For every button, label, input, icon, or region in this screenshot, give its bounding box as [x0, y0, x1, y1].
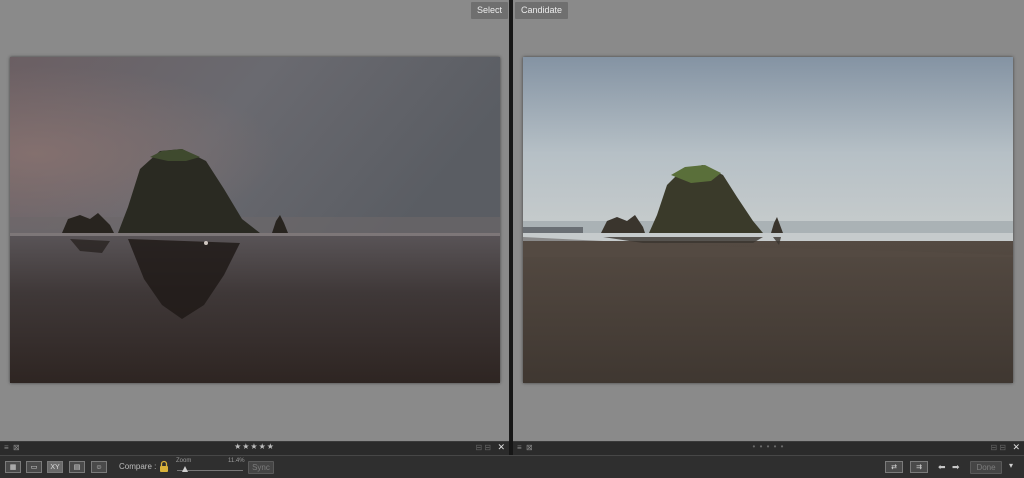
candidate-close-icon[interactable]: ✕ [1012, 442, 1020, 453]
candidate-photo[interactable] [523, 57, 1013, 383]
people-view-icon[interactable]: ☺ [91, 461, 107, 473]
select-close-icon[interactable]: ✕ [497, 442, 505, 453]
lock-icon[interactable] [159, 460, 169, 473]
compare-view-icon[interactable]: XY [47, 461, 63, 473]
bottom-toolbar: ▦ ▭ XY ▤ ☺ Compare : Zoom 11.4% Sync ⇄ ⇉… [0, 455, 1024, 478]
candidate-photo-image [523, 57, 1013, 383]
survey-view-icon[interactable]: ▤ [69, 461, 85, 473]
select-label: Select [470, 2, 508, 19]
select-pane[interactable]: Select ≡ ⊠ ★★★★★ ⊟ ⊟ ✕ [0, 0, 510, 455]
previous-arrow-icon[interactable]: ⬅ [938, 462, 946, 475]
select-photo-image [10, 57, 500, 383]
toolbar-menu-chevron-icon[interactable]: ▾ [1009, 461, 1013, 474]
candidate-footer: ≡ ⊠ • • • • • ⊟ ⊟ ✕ [513, 441, 1024, 455]
done-button[interactable]: Done [970, 461, 1002, 474]
sync-button[interactable]: Sync [248, 461, 274, 474]
zoom-slider-handle[interactable] [181, 466, 188, 472]
select-footer: ≡ ⊠ ★★★★★ ⊟ ⊟ ✕ [0, 441, 509, 455]
next-arrow-icon[interactable]: ➡ [952, 462, 960, 475]
select-star-rating[interactable]: ★★★★★ [0, 442, 509, 451]
swap-icon[interactable]: ⇄ [885, 461, 903, 473]
compare-label: Compare : [119, 462, 157, 471]
compare-view: Select ≡ ⊠ ★★★★★ ⊟ ⊟ ✕ Candidate ≡ ⊠ • •… [0, 0, 1024, 455]
grid-view-icon[interactable]: ▦ [5, 461, 21, 473]
candidate-label: Candidate [515, 2, 569, 19]
make-select-icon[interactable]: ⇉ [910, 461, 928, 473]
select-footer-flags[interactable]: ⊟ ⊟ [475, 443, 491, 452]
candidate-pane[interactable]: Candidate ≡ ⊠ • • • • • ⊟ ⊟ ✕ [513, 0, 1024, 455]
loupe-view-icon[interactable]: ▭ [26, 461, 42, 473]
candidate-footer-flags[interactable]: ⊟ ⊟ [990, 443, 1006, 452]
candidate-star-rating[interactable]: • • • • • [513, 442, 1024, 451]
select-photo[interactable] [10, 57, 500, 383]
